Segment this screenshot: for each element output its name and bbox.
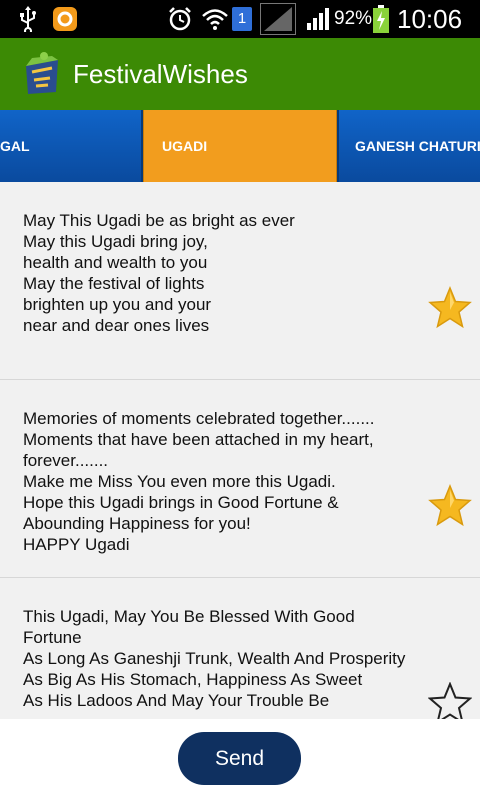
wifi-icon (200, 0, 230, 38)
sim-slot-icon: 1 (231, 0, 253, 38)
wishes-list[interactable]: May This Ugadi be as bright as ever May … (0, 182, 480, 719)
wish-text: May This Ugadi be as bright as ever May … (23, 211, 295, 335)
notification-app-icon (50, 0, 80, 38)
footer: Send (0, 719, 480, 800)
usb-icon (14, 0, 42, 38)
tab-ugadi[interactable]: UGADI (143, 110, 337, 182)
list-item[interactable]: This Ugadi, May You Be Blessed With Good… (0, 578, 480, 719)
star-filled-icon[interactable] (428, 484, 472, 528)
signal-icon (305, 0, 331, 38)
action-bar: FestivalWishes (0, 38, 480, 110)
clock: 10:06 (397, 4, 463, 34)
list-item[interactable]: May This Ugadi be as bright as ever May … (0, 182, 480, 380)
app-title: FestivalWishes (73, 59, 248, 89)
signal-empty-icon (259, 0, 297, 38)
star-filled-icon[interactable] (428, 286, 472, 330)
wish-text: Memories of moments celebrated together.… (23, 409, 375, 554)
status-bar: 1 92% 10:06 (0, 0, 480, 38)
sim-slot-number: 1 (232, 7, 252, 31)
list-item[interactable]: Memories of moments celebrated together.… (0, 380, 480, 578)
battery-percent: 92% (334, 8, 373, 29)
festival-lantern-icon[interactable] (22, 52, 62, 96)
tab-ganesh-chaturi[interactable]: GANESH CHATURI (339, 110, 480, 182)
battery-charging-icon (371, 0, 391, 38)
tab-strip: GAL UGADI GANESH CHATURI (0, 110, 480, 182)
star-outline-icon[interactable] (427, 681, 473, 719)
alarm-icon (166, 0, 194, 38)
wish-text: This Ugadi, May You Be Blessed With Good… (23, 607, 406, 710)
send-button[interactable]: Send (178, 732, 301, 785)
tab-gal[interactable]: GAL (0, 110, 141, 182)
